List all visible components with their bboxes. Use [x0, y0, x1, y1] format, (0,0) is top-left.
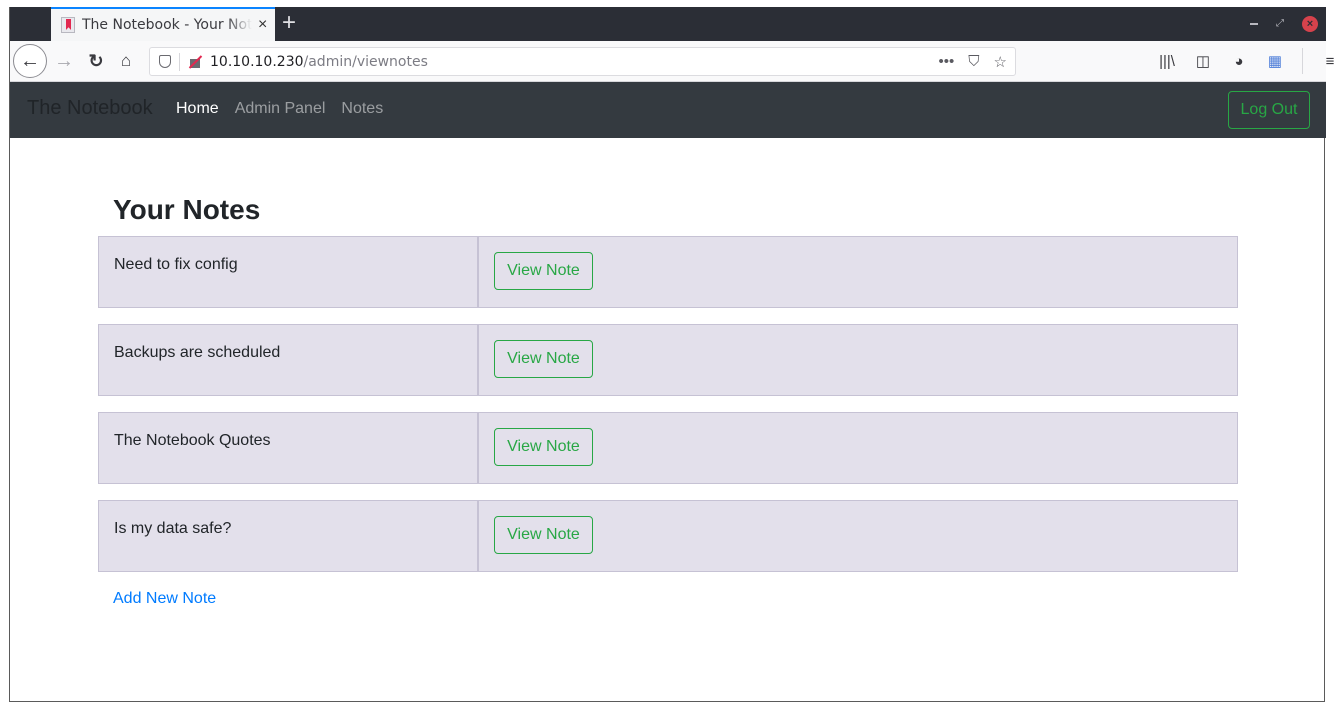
- toolbar-right: |||\ ◫ ◕ ▦ ≡: [1158, 47, 1334, 75]
- note-action-cell: View Note: [479, 237, 1237, 307]
- note-row: The Notebook Quotes View Note: [98, 412, 1238, 484]
- note-title: The Notebook Quotes: [99, 413, 479, 483]
- notebook-favicon-icon: [61, 17, 75, 33]
- url-bar[interactable]: 10.10.10.230 /admin/viewnotes ••• ⛉ ☆: [149, 47, 1016, 76]
- account-icon[interactable]: ◕: [1230, 53, 1248, 70]
- url-path: /admin/viewnotes: [304, 54, 428, 70]
- close-tab-icon[interactable]: ×: [258, 16, 267, 34]
- minimize-icon[interactable]: [1250, 23, 1258, 25]
- note-title: Need to fix config: [99, 237, 479, 307]
- forward-button[interactable]: →: [52, 47, 76, 75]
- site-brand[interactable]: The Notebook: [27, 97, 153, 120]
- toolbar-separator: [1302, 48, 1303, 74]
- note-title: Backups are scheduled: [99, 325, 479, 395]
- new-tab-button[interactable]: +: [282, 11, 296, 35]
- view-note-button[interactable]: View Note: [494, 428, 593, 466]
- note-row: Is my data safe? View Note: [98, 500, 1238, 572]
- title-bar: The Notebook - Your Notes × + ⤢ ×: [10, 7, 1326, 41]
- url-actions: ••• ⛉ ☆: [939, 48, 1007, 75]
- note-action-cell: View Note: [479, 325, 1237, 395]
- url-host: 10.10.10.230: [210, 54, 304, 70]
- log-out-button[interactable]: Log Out: [1228, 91, 1310, 129]
- reload-button[interactable]: ↻: [84, 47, 108, 75]
- page-title: Your Notes: [113, 194, 260, 226]
- nav-admin-panel[interactable]: Admin Panel: [235, 100, 326, 118]
- sidebar-icon[interactable]: ◫: [1194, 52, 1212, 70]
- site-nav-links: Home Admin Panel Notes: [176, 100, 383, 118]
- note-row: Backups are scheduled View Note: [98, 324, 1238, 396]
- note-row: Need to fix config View Note: [98, 236, 1238, 308]
- maximize-icon[interactable]: ⤢: [1276, 20, 1284, 28]
- menu-icon[interactable]: ≡: [1321, 53, 1334, 70]
- browser-tab[interactable]: The Notebook - Your Notes ×: [51, 7, 275, 41]
- browser-toolbar: ← → ↻ ⌂ 10.10.10.230 /admin/viewnotes ••…: [10, 41, 1326, 82]
- window-controls: ⤢ ×: [1250, 7, 1326, 41]
- note-action-cell: View Note: [479, 413, 1237, 483]
- pocket-icon[interactable]: ⛉: [968, 53, 979, 70]
- view-note-button[interactable]: View Note: [494, 340, 593, 378]
- bookmark-star-icon[interactable]: ☆: [994, 53, 1007, 71]
- nav-notes[interactable]: Notes: [341, 100, 383, 118]
- note-title: Is my data safe?: [99, 501, 479, 571]
- close-window-icon[interactable]: ×: [1302, 16, 1318, 32]
- view-note-button[interactable]: View Note: [494, 252, 593, 290]
- tab-title: The Notebook - Your Notes: [82, 17, 252, 33]
- insecure-lock-icon[interactable]: [188, 55, 202, 69]
- browser-window: The Notebook - Your Notes × + ⤢ × ← → ↻ …: [9, 7, 1325, 702]
- view-note-button[interactable]: View Note: [494, 516, 593, 554]
- extension-icon[interactable]: ▦: [1266, 52, 1284, 70]
- add-new-note-link[interactable]: Add New Note: [113, 590, 216, 608]
- tracking-shield-icon[interactable]: [159, 55, 171, 68]
- more-actions-icon[interactable]: •••: [939, 53, 955, 70]
- back-button[interactable]: ←: [13, 44, 47, 78]
- url-separator: [179, 53, 180, 71]
- note-action-cell: View Note: [479, 501, 1237, 571]
- nav-home[interactable]: Home: [176, 100, 219, 118]
- home-button[interactable]: ⌂: [114, 47, 138, 75]
- site-navbar: The Notebook Home Admin Panel Notes Log …: [10, 82, 1326, 138]
- library-icon[interactable]: |||\: [1158, 53, 1176, 70]
